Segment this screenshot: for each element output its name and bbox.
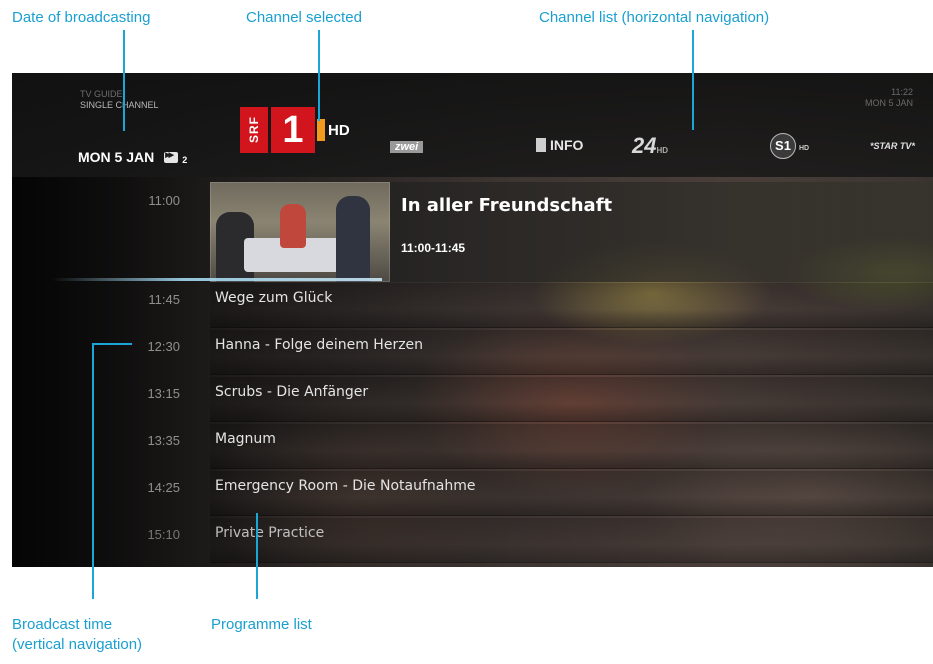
programme-title: Hanna - Folge deinem Herzen [215, 337, 424, 353]
clock-date: MON 5 JAN [864, 98, 913, 108]
tv24-hd-label: HD [656, 146, 669, 155]
channel-s1[interactable]: S1 HD [770, 133, 809, 159]
tv-guide-screen: TV GUIDE SINGLE CHANNEL 11:22 MON 5 JAN … [12, 73, 933, 567]
guide-title-line1: TV GUIDE [80, 89, 123, 99]
clock-time: 11:22 [891, 87, 913, 97]
current-programme-title: In aller Freundschaft [401, 195, 613, 216]
leader-line-channel-selected [318, 30, 320, 121]
programme-time: 15:10 [147, 527, 180, 542]
leader-line-programme-list [256, 513, 258, 599]
programme-title: Private Practice [215, 525, 325, 541]
programme-title: Scrubs - Die Anfänger [215, 384, 369, 400]
leader-line-channel-list [692, 30, 694, 130]
programme-row[interactable]: 14:25 Emergency Room - Die Notaufnahme [12, 471, 933, 516]
current-programme-time: 11:00 [148, 193, 180, 208]
annotation-channel-list: Channel list (horizontal navigation) [539, 9, 770, 26]
annotation-programme-list: Programme list [211, 616, 312, 633]
annotation-broadcast-time-line2: (vertical navigation) [12, 636, 143, 653]
s1-logo: S1 [770, 133, 796, 159]
programme-row[interactable]: 13:35 Magnum [12, 424, 933, 469]
programme-row[interactable]: 13:15 Scrubs - Die Anfänger [12, 377, 933, 422]
current-programme[interactable]: 11:00 In aller Freundschaft 11:00-11:45 [12, 177, 933, 283]
channel-tv24[interactable]: 24HD [632, 133, 668, 159]
annotation-date-of-broadcasting: Date of broadcasting [12, 9, 151, 26]
row-band [210, 424, 933, 469]
star-tv-logo: *STAR TV* [870, 141, 915, 151]
current-programme-timespan: 11:00-11:45 [401, 241, 466, 255]
thumbnail-frame [210, 182, 390, 282]
header-clock: 11:22 MON 5 JAN [865, 87, 913, 109]
srf-zwei-logo: zwei [395, 141, 419, 153]
programme-title: Magnum [215, 431, 276, 447]
programme-time: 11:45 [148, 292, 180, 307]
srf-info-logo: INFO [550, 137, 584, 153]
annotation-channel-selected: Channel selected [246, 9, 362, 26]
programme-thumbnail [210, 182, 390, 282]
channel-srf-zwei[interactable]: zwei [390, 141, 424, 153]
programme-row[interactable]: 12:30 Hanna - Folge deinem Herzen [12, 330, 933, 375]
programme-time: 13:15 [147, 386, 180, 401]
s1-hd-label: HD [799, 145, 810, 152]
annotation-broadcast-time-line1: Broadcast time [12, 616, 113, 633]
programme-time: 13:35 [147, 433, 180, 448]
channel-star-tv[interactable]: *STAR TV* [870, 141, 915, 151]
programme-row[interactable]: 11:45 Wege zum Glück [12, 283, 933, 328]
guide-title-line2: SINGLE CHANNEL [80, 100, 159, 110]
programme-time: 14:25 [147, 480, 180, 495]
channel-list: zwei INFO 24HD S1 HD *STAR TV* [12, 133, 933, 163]
programme-time: 12:30 [147, 339, 180, 354]
progress-indicator [52, 278, 382, 281]
programme-title: Wege zum Glück [215, 290, 333, 306]
programme-title: Emergency Room - Die Notaufnahme [215, 478, 476, 494]
srf-box-icon [536, 138, 546, 152]
annotation-broadcast-time: Broadcast time (vertical navigation) [12, 615, 142, 655]
leader-line-broadcast-time-tick [92, 343, 132, 345]
tv24-logo: 24 [632, 133, 657, 158]
guide-title: TV GUIDE SINGLE CHANNEL [80, 89, 159, 111]
leader-line-broadcast-time [92, 343, 94, 599]
guide-header: TV GUIDE SINGLE CHANNEL 11:22 MON 5 JAN … [12, 73, 933, 177]
programme-row[interactable]: 15:10 Private Practice [12, 518, 933, 563]
leader-line-date [123, 30, 125, 131]
channel-srf-info[interactable]: INFO [536, 137, 583, 153]
